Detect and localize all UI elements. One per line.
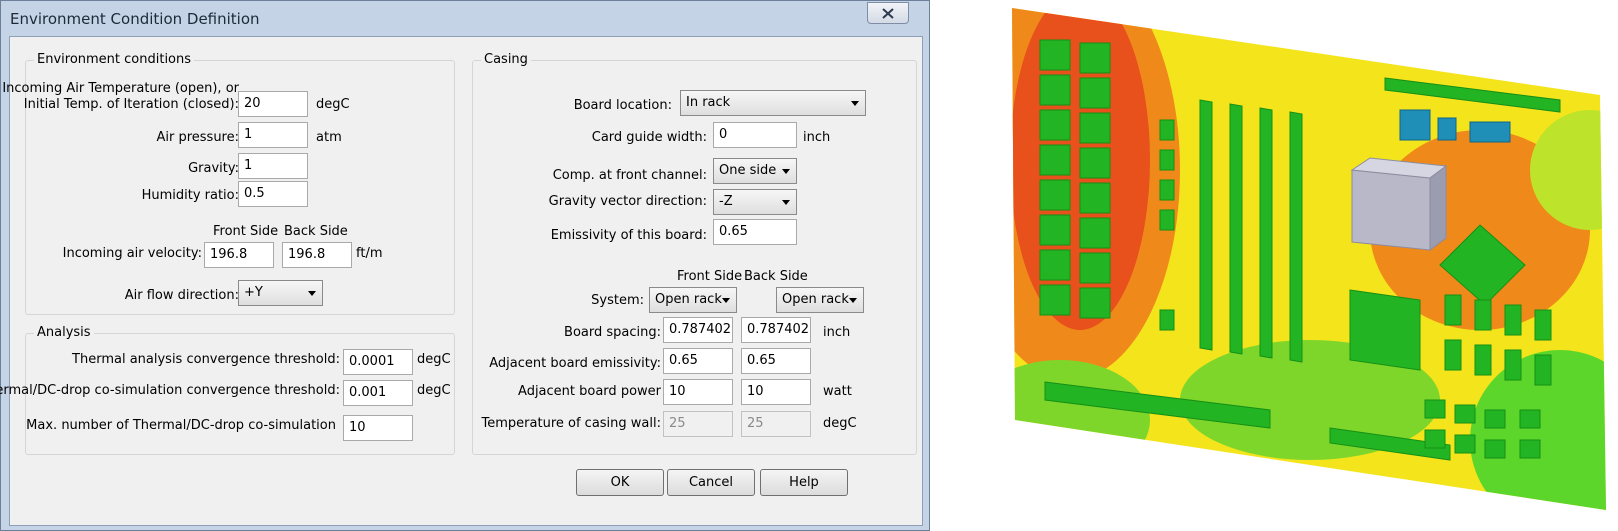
- adjacent-power-label: Adjacent board power: [518, 384, 661, 399]
- air-velocity-front-input[interactable]: 196.8: [204, 242, 274, 268]
- air-pressure-input[interactable]: 1: [238, 122, 308, 148]
- adjacent-emissivity-back-input[interactable]: 0.65: [741, 348, 811, 374]
- air-flow-direction-dropdown[interactable]: +Y: [238, 280, 323, 306]
- env-front-side-header: Front Side: [213, 224, 279, 239]
- incoming-air-velocity-label: Incoming air velocity:: [62, 246, 202, 261]
- comp-front-channel-value: One side: [719, 163, 777, 178]
- air-velocity-unit: ft/m: [356, 246, 383, 261]
- adjacent-emissivity-label: Adjacent board emissivity:: [489, 356, 661, 371]
- cosim-threshold-input[interactable]: 0.001: [343, 380, 413, 406]
- adjacent-power-front-input[interactable]: 10: [663, 379, 733, 405]
- adjacent-power-unit: watt: [823, 384, 852, 399]
- card-guide-width-unit: inch: [803, 130, 831, 145]
- cancel-button[interactable]: Cancel: [667, 469, 755, 496]
- chevron-down-icon: [851, 101, 859, 106]
- chevron-down-icon: [308, 291, 316, 296]
- casing-wall-temperature-label: Temperature of casing wall:: [481, 416, 661, 431]
- max-cosim-input[interactable]: 10: [343, 415, 413, 441]
- board-spacing-back-input[interactable]: 0.787402: [741, 317, 811, 343]
- air-flow-direction-value: +Y: [244, 285, 263, 300]
- thermal-threshold-unit: degC: [417, 352, 451, 367]
- environment-conditions-legend: Environment conditions: [34, 52, 195, 67]
- system-front-value: Open rack: [655, 292, 722, 307]
- air-velocity-back-input[interactable]: 196.8: [282, 242, 352, 268]
- board-location-value: In rack: [686, 95, 731, 110]
- cosim-threshold-label: Thermal/DC-drop co-simulation convergenc…: [0, 383, 340, 398]
- max-cosim-label: Max. number of Thermal/DC-drop co-simula…: [26, 418, 336, 433]
- gravity-vector-direction-value: -Z: [719, 194, 733, 209]
- cosim-threshold-unit: degC: [417, 383, 451, 398]
- close-icon: [882, 7, 894, 19]
- card-guide-width-input[interactable]: 0: [713, 122, 797, 148]
- chevron-down-icon: [782, 200, 790, 205]
- casing-legend: Casing: [481, 52, 531, 67]
- dialog-client-area: Environment conditions Incoming Air Temp…: [0, 36, 923, 526]
- analysis-legend: Analysis: [34, 325, 94, 340]
- gravity-label: Gravity:: [188, 161, 239, 176]
- dialog-window: Environment Condition Definition Environ…: [0, 0, 930, 531]
- board-spacing-unit: inch: [823, 325, 851, 340]
- casing-group: Casing Board location: In rack Card guid…: [472, 52, 917, 455]
- temperature-label-line2: Initial Temp. of Iteration (closed):: [23, 97, 239, 112]
- close-button[interactable]: [867, 2, 909, 24]
- temperature-unit: degC: [316, 97, 350, 112]
- temperature-label-line1: Incoming Air Temperature (open), or: [2, 81, 239, 96]
- window-title: Environment Condition Definition: [10, 10, 260, 28]
- temperature-input[interactable]: 20: [238, 91, 308, 117]
- environment-conditions-group: Environment conditions Incoming Air Temp…: [2, 52, 455, 315]
- system-label: System:: [591, 293, 644, 308]
- gravity-vector-direction-label: Gravity vector direction:: [548, 194, 707, 209]
- adjacent-emissivity-front-input[interactable]: 0.65: [663, 348, 733, 374]
- humidity-ratio-label: Humidity ratio:: [141, 188, 239, 203]
- system-back-value: Open rack: [782, 292, 849, 307]
- air-flow-direction-label: Air flow direction:: [124, 288, 239, 303]
- system-front-dropdown[interactable]: Open rack: [649, 287, 737, 313]
- help-button[interactable]: Help: [760, 469, 848, 496]
- comp-front-channel-label: Comp. at front channel:: [552, 168, 707, 183]
- chevron-down-icon: [722, 298, 730, 303]
- chevron-down-icon: [849, 298, 857, 303]
- air-pressure-unit: atm: [316, 130, 342, 145]
- air-pressure-label: Air pressure:: [156, 130, 239, 145]
- analysis-group: Analysis Thermal analysis convergence th…: [0, 325, 455, 455]
- casing-front-side-header: Front Side: [677, 269, 743, 284]
- gravity-input[interactable]: 1: [238, 153, 308, 179]
- board-location-label: Board location:: [573, 98, 672, 113]
- thermal-threshold-label: Thermal analysis convergence threshold:: [72, 352, 340, 367]
- casing-wall-temp-front-input: 25: [663, 411, 733, 437]
- thermal-heatmap-image: [1012, 8, 1606, 510]
- thermal-threshold-input[interactable]: 0.0001: [343, 349, 413, 375]
- system-back-dropdown[interactable]: Open rack: [776, 287, 864, 313]
- gravity-vector-direction-dropdown[interactable]: -Z: [713, 189, 797, 215]
- board-spacing-front-input[interactable]: 0.787402: [663, 317, 733, 343]
- board-emissivity-label: Emissivity of this board:: [550, 228, 707, 243]
- ok-button[interactable]: OK: [576, 469, 664, 496]
- env-back-side-header: Back Side: [284, 224, 348, 239]
- casing-wall-temp-unit: degC: [823, 416, 857, 431]
- board-emissivity-input[interactable]: 0.65: [713, 219, 797, 245]
- adjacent-power-back-input[interactable]: 10: [741, 379, 811, 405]
- board-spacing-label: Board spacing:: [564, 325, 661, 340]
- heat-sink: [1350, 157, 1448, 251]
- humidity-ratio-input[interactable]: 0.5: [238, 181, 308, 207]
- board-location-dropdown[interactable]: In rack: [680, 90, 866, 116]
- chevron-down-icon: [782, 169, 790, 174]
- comp-front-channel-dropdown[interactable]: One side: [713, 158, 797, 184]
- casing-back-side-header: Back Side: [744, 269, 808, 284]
- card-guide-width-label: Card guide width:: [591, 130, 707, 145]
- casing-wall-temp-back-input: 25: [741, 411, 811, 437]
- title-bar[interactable]: Environment Condition Definition: [1, 1, 929, 35]
